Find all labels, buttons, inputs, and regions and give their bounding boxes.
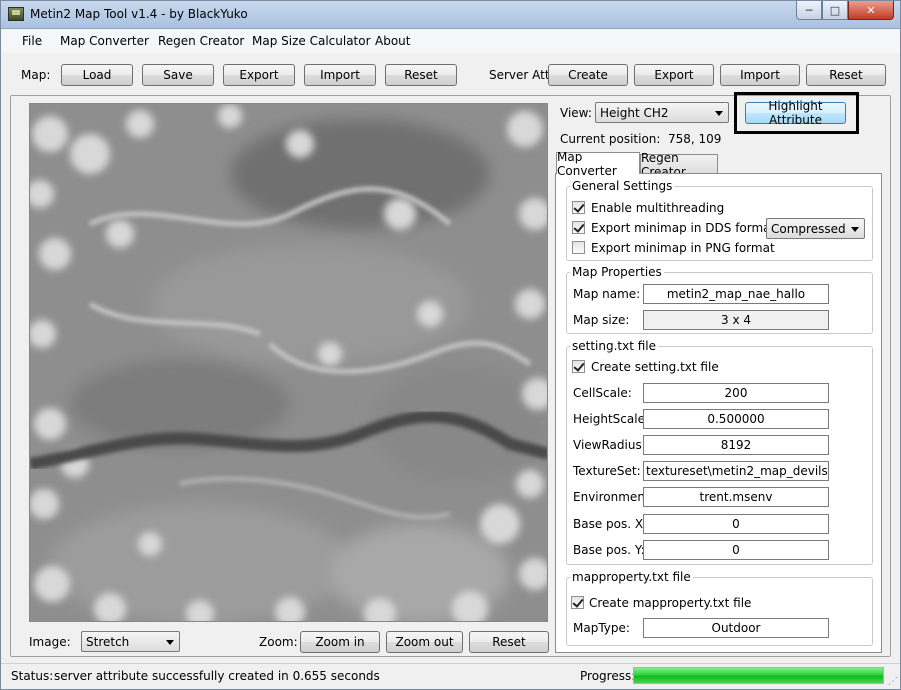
minimize-button[interactable]: ─: [796, 1, 822, 20]
base-pos-y-label: Base pos. Y:: [573, 543, 645, 557]
map-save-button[interactable]: Save: [142, 64, 214, 86]
export-png-label: Export minimap in PNG format: [591, 241, 775, 255]
progress-label: Progress:: [580, 669, 636, 683]
export-dds-checkbox[interactable]: [572, 221, 585, 234]
app-icon: [8, 7, 24, 21]
menu-bar: File Map Converter Regen Creator Map Siz…: [1, 30, 900, 53]
zoom-label: Zoom:: [259, 635, 298, 649]
view-label: View:: [560, 106, 592, 120]
map-preview[interactable]: [29, 103, 548, 622]
base-pos-x-input[interactable]: 0: [643, 514, 829, 534]
general-settings-title: General Settings: [570, 179, 675, 193]
window-title: Metin2 Map Tool v1.4 - by BlackYuko: [30, 7, 248, 21]
view-select-value: Height CH2: [600, 106, 669, 120]
textureset-input[interactable]: textureset\metin2_map_devilscatacomb.txt: [643, 461, 829, 481]
map-properties-title: Map Properties: [570, 265, 664, 279]
tab-regen-creator[interactable]: Regen Creator: [640, 151, 718, 179]
status-label: Status:: [11, 669, 54, 683]
menu-regen-creator[interactable]: Regen Creator: [158, 34, 244, 48]
map-export-button[interactable]: Export: [223, 64, 295, 86]
close-button[interactable]: ✕: [848, 1, 894, 20]
image-mode-value: Stretch: [86, 635, 130, 649]
view-select[interactable]: Height CH2: [595, 102, 729, 123]
menu-file[interactable]: File: [22, 34, 42, 48]
maptype-input[interactable]: Outdoor: [643, 618, 829, 638]
create-setting-label: Create setting.txt file: [591, 360, 719, 374]
environment-label: Environment:: [573, 490, 654, 504]
server-attr-import-button[interactable]: Import: [720, 64, 800, 86]
zoom-in-button[interactable]: Zoom in: [300, 631, 380, 653]
viewradius-input[interactable]: 8192: [643, 435, 829, 455]
heightmap-image: [30, 104, 547, 621]
progress-bar: [633, 667, 884, 684]
image-mode-select[interactable]: Stretch: [81, 631, 180, 652]
export-png-checkbox[interactable]: [572, 241, 585, 254]
maptype-label: MapType:: [573, 621, 630, 635]
maximize-icon: □: [829, 3, 841, 17]
menu-map-converter[interactable]: Map Converter: [60, 34, 149, 48]
close-icon: ✕: [866, 3, 876, 17]
map-label: Map:: [21, 68, 51, 82]
create-mapproperty-label: Create mapproperty.txt file: [589, 596, 752, 610]
heightscale-label: HeightScale:: [573, 412, 649, 426]
progress-fill: [634, 668, 883, 683]
map-name-input[interactable]: metin2_map_nae_hallo: [643, 284, 829, 304]
multithreading-label: Enable multithreading: [591, 201, 725, 215]
viewradius-label: ViewRadius:: [573, 438, 646, 452]
chevron-down-icon: [715, 111, 723, 116]
minimize-icon: ─: [805, 3, 813, 17]
base-pos-y-input[interactable]: 0: [643, 540, 829, 560]
app-window: Metin2 Map Tool v1.4 - by BlackYuko ─ □ …: [0, 0, 901, 690]
current-position-value: 758, 109: [668, 132, 722, 146]
server-attr-export-button[interactable]: Export: [634, 64, 714, 86]
cellscale-input[interactable]: 200: [643, 383, 829, 403]
image-label: Image:: [29, 635, 71, 649]
create-setting-checkbox[interactable]: [572, 360, 585, 373]
highlight-attribute-button[interactable]: Highlight Attribute: [745, 99, 846, 127]
map-size-value: 3 x 4: [643, 310, 829, 330]
zoom-out-button[interactable]: Zoom out: [386, 631, 463, 653]
compression-value: Compressed: [771, 222, 846, 236]
maximize-button[interactable]: □: [822, 1, 848, 20]
resize-grip-icon[interactable]: ⋰: [888, 676, 898, 687]
map-import-button[interactable]: Import: [304, 64, 376, 86]
server-attr-create-button[interactable]: Create: [548, 64, 628, 86]
cellscale-label: CellScale:: [573, 386, 632, 400]
current-position-label: Current position:: [560, 132, 661, 146]
tab-label: Map Converter: [557, 149, 617, 178]
base-pos-x-label: Base pos. X:: [573, 517, 648, 531]
map-reset-button[interactable]: Reset: [385, 64, 457, 86]
heightscale-input[interactable]: 0.500000: [643, 409, 829, 429]
tab-map-converter[interactable]: Map Converter: [556, 150, 640, 178]
setting-txt-title: setting.txt file: [570, 339, 659, 353]
menu-map-size-calculator[interactable]: Map Size Calculator: [252, 34, 371, 48]
map-name-label: Map name:: [573, 287, 641, 301]
menu-about[interactable]: About: [375, 34, 410, 48]
environment-input[interactable]: trent.msenv: [643, 487, 829, 507]
create-mapproperty-checkbox[interactable]: [571, 596, 584, 609]
zoom-reset-button[interactable]: Reset: [469, 631, 549, 653]
map-load-button[interactable]: Load: [61, 64, 133, 86]
chevron-down-icon: [166, 640, 174, 645]
mapproperty-txt-title: mapproperty.txt file: [570, 570, 693, 584]
compression-select[interactable]: Compressed: [766, 218, 865, 239]
chevron-down-icon: [851, 227, 859, 232]
multithreading-checkbox[interactable]: [572, 201, 585, 214]
map-size-label: Map size:: [573, 313, 630, 327]
server-attr-reset-button[interactable]: Reset: [806, 64, 886, 86]
title-bar[interactable]: Metin2 Map Tool v1.4 - by BlackYuko ─ □ …: [1, 1, 900, 29]
status-text: server attribute successfully created in…: [54, 669, 380, 683]
textureset-label: TextureSet:: [573, 464, 641, 478]
export-dds-label: Export minimap in DDS format: [591, 221, 776, 235]
